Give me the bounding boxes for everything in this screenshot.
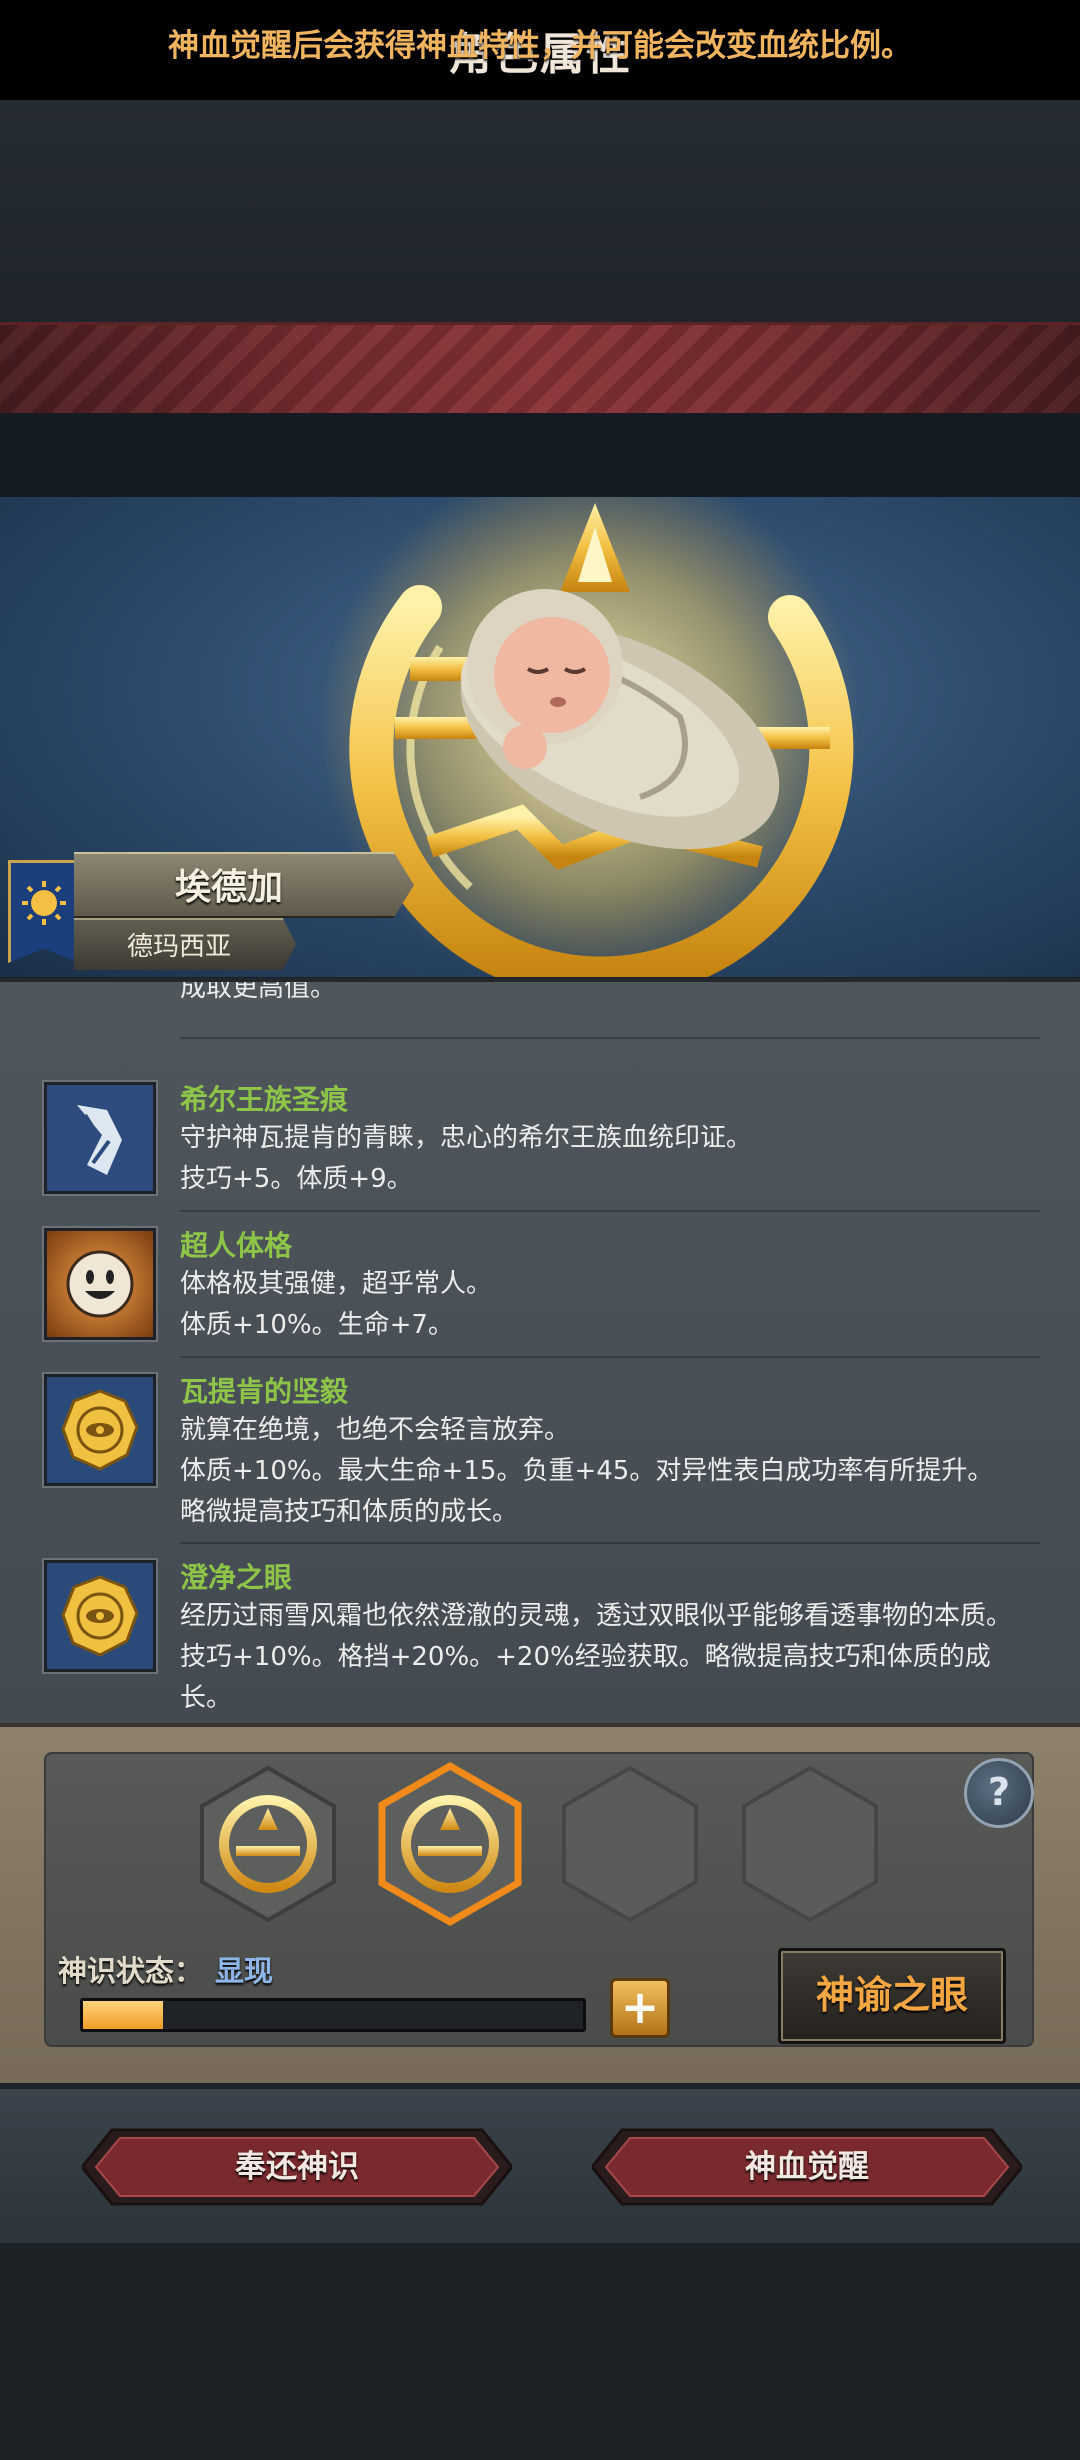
eye-medallion-icon xyxy=(44,1560,156,1672)
trait-cutoff-text: 成取更高值。 xyxy=(180,978,337,1003)
add-button[interactable]: + xyxy=(610,1978,670,2038)
trait-description: 经历过雨雪风霜也依然澄澈的灵魂，透过双眼似乎能够看透事物的本质。 技巧+10%。… xyxy=(180,1601,1013,1713)
status-value: 显现 xyxy=(215,1954,274,1988)
oracle-eye-label: 神谕之眼 xyxy=(815,1973,968,2017)
trait-divider xyxy=(180,1037,1040,1039)
royal-scar-icon xyxy=(44,1082,156,1194)
status-label: 神识状态： xyxy=(58,1954,204,1988)
progress-fill xyxy=(83,2001,163,2029)
smiley-face-icon xyxy=(44,1228,156,1340)
trait-divider xyxy=(180,1542,1040,1544)
trait-name: 瓦提肯的坚毅 xyxy=(180,1375,349,1408)
trait-divider xyxy=(180,1356,1040,1358)
blood-awaken-button[interactable]: 神血觉醒 xyxy=(590,2126,1024,2208)
title-banner xyxy=(0,322,1080,416)
return-divine-label: 奉还神识 xyxy=(235,2149,359,2185)
trait-name: 超人体格 xyxy=(180,1229,293,1262)
bottom-background xyxy=(0,2243,1080,2460)
trait-divider xyxy=(180,1210,1040,1212)
trait-description: 体格极其强健，超乎常人。 体质+10%。生命+7。 xyxy=(180,1269,493,1340)
top-background xyxy=(0,100,1080,322)
sun-emblem-icon xyxy=(22,881,66,925)
oracle-eye-button[interactable]: 神谕之眼 xyxy=(778,1948,1006,2044)
eye-medallion-icon xyxy=(44,1374,156,1486)
divine-progress-bar xyxy=(80,1998,586,2032)
notice-text: 神血觉醒后会获得神血特性，并可能会改变血统比例。 xyxy=(168,28,912,64)
notice-bar xyxy=(0,413,1080,497)
character-name: 埃德加 xyxy=(174,867,283,908)
blood-awaken-label: 神血觉醒 xyxy=(745,2149,869,2185)
help-icon[interactable]: ? xyxy=(964,1758,1034,1828)
character-house: 德玛西亚 xyxy=(126,932,231,962)
trait-name: 澄净之眼 xyxy=(180,1561,293,1594)
trait-name: 希尔王族圣痕 xyxy=(180,1083,349,1116)
house-banner-icon xyxy=(8,860,80,963)
trait-list[interactable]: 成取更高值。 希尔王族圣痕 守护神瓦提肯的青睐，忠心的希尔王族血统印证。 技巧+… xyxy=(0,978,1080,1727)
trait-description: 就算在绝境，也绝不会轻言放弃。 体质+10%。最大生命+15。负重+45。对异性… xyxy=(180,1415,994,1527)
trait-description: 守护神瓦提肯的青睐，忠心的希尔王族血统印证。 技巧+5。体质+9。 xyxy=(180,1123,753,1194)
return-divine-button[interactable]: 奉还神识 xyxy=(80,2126,514,2208)
